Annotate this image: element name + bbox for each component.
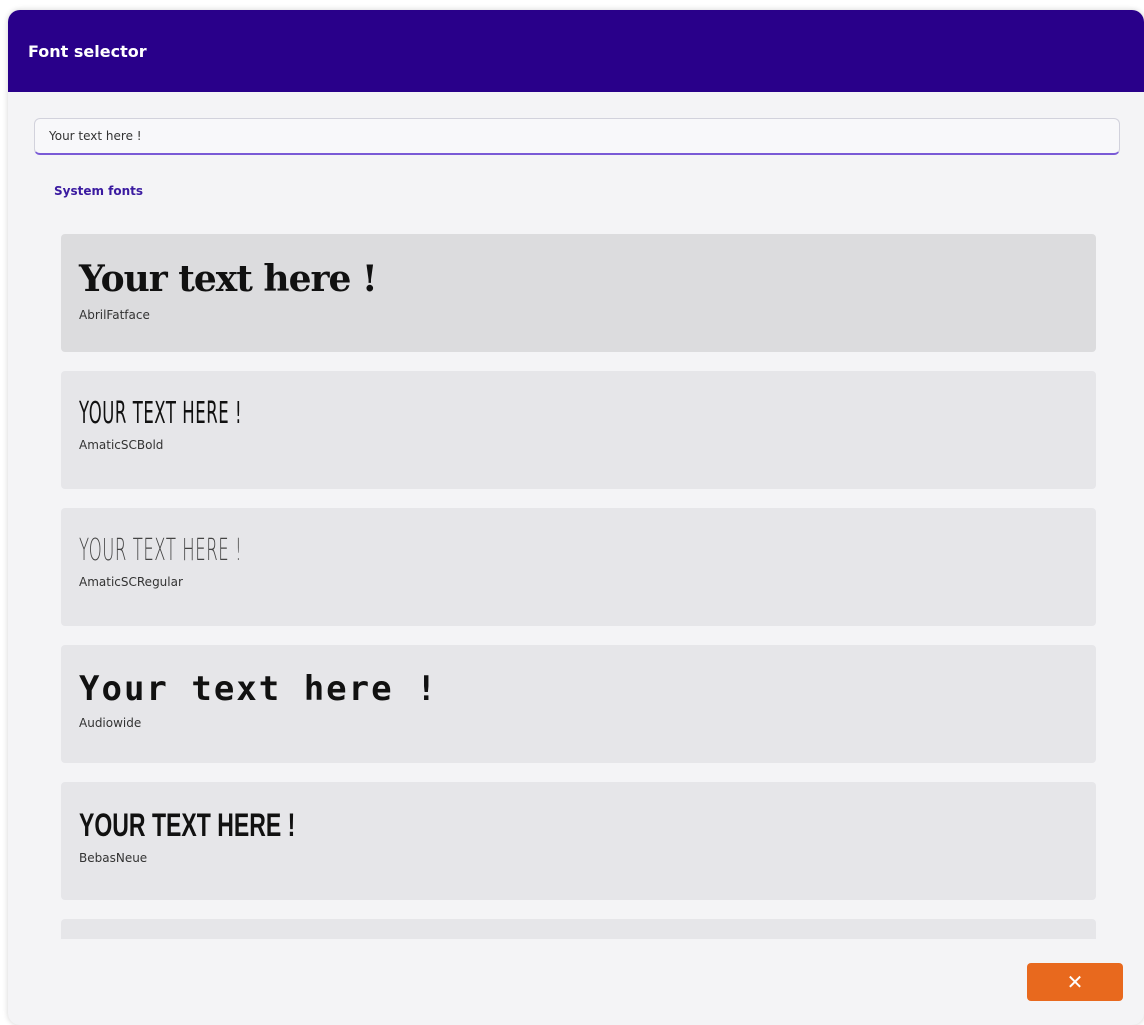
font-sample: Your text here ! xyxy=(79,396,243,431)
font-sample: Your text here ! xyxy=(79,258,378,300)
font-list[interactable]: Your text here ! AbrilFatface Your text … xyxy=(61,234,1096,939)
font-item-amaticscbold[interactable]: Your text here ! AmaticSCBold xyxy=(61,371,1096,489)
close-button[interactable]: ✕ xyxy=(1027,963,1123,1001)
font-name: BebasNeue xyxy=(79,851,148,866)
dialog-header: Font selector xyxy=(8,10,1144,92)
font-item-partial[interactable] xyxy=(61,919,1096,939)
dialog-title: Font selector xyxy=(28,41,147,61)
section-label-system-fonts: System fonts xyxy=(54,184,144,198)
font-sample: Your text here ! xyxy=(79,669,439,709)
font-sample: Your text here ! xyxy=(79,533,243,568)
font-item-abrilfatface[interactable]: Your text here ! AbrilFatface xyxy=(61,234,1096,352)
font-name: AbrilFatface xyxy=(79,307,150,322)
close-icon: ✕ xyxy=(1066,971,1084,994)
font-sample: Your text here ! xyxy=(79,807,296,843)
preview-text-input[interactable] xyxy=(34,118,1120,155)
font-name: Audiowide xyxy=(79,716,142,731)
font-item-bebasneue[interactable]: Your text here ! BebasNeue xyxy=(61,782,1096,900)
font-selector-dialog: Font selector System fonts Your text her… xyxy=(8,10,1144,1025)
font-item-amaticscregular[interactable]: Your text here ! AmaticSCRegular xyxy=(61,508,1096,626)
font-name: AmaticSCBold xyxy=(79,438,164,452)
font-name: AmaticSCRegular xyxy=(79,575,183,589)
font-item-audiowide[interactable]: Your text here ! Audiowide xyxy=(61,645,1096,763)
